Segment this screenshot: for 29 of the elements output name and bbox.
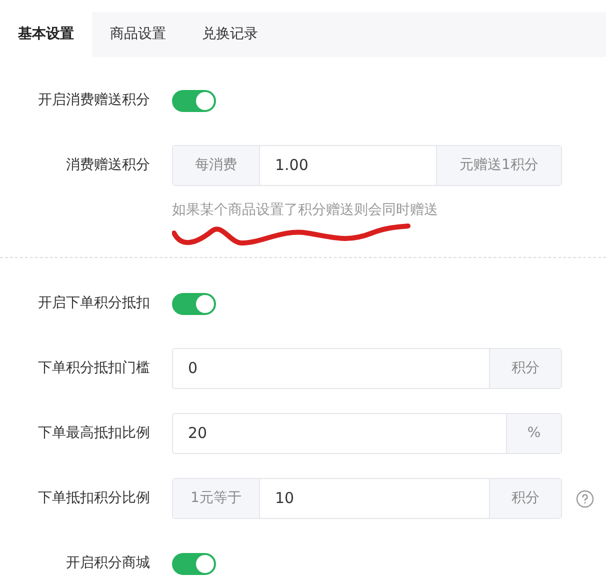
input-group[interactable]: 每消费 1.00 元赠送1积分 [172,145,562,186]
input-group[interactable]: 1元等于 10 积分 [172,478,562,519]
field-label: 开启下单积分抵扣 [37,294,150,313]
field-label: 下单积分抵扣门槛 [37,359,150,378]
input-suffix: % [506,414,561,453]
help-icon[interactable] [576,490,594,508]
input-prefix: 每消费 [173,146,260,185]
hint-text: 如果某个商品设置了积分赠送则会同时赠送 [172,201,439,220]
input-field[interactable]: 20 [173,414,506,453]
tab[interactable]: 基本设置 [0,12,92,57]
input-group[interactable]: 20 % [172,413,562,454]
toggle-switch[interactable] [172,90,216,112]
input-suffix: 元赠送1积分 [436,146,561,185]
input-suffix: 积分 [489,349,561,388]
input-group[interactable]: 0 积分 [172,348,562,389]
field-label: 开启消费赠送积分 [37,91,150,110]
field-label: 下单抵扣积分比例 [37,489,150,508]
field-label: 消费赠送积分 [65,156,150,175]
input-field[interactable]: 0 [173,349,489,388]
field-label: 下单最高抵扣比例 [37,424,150,443]
input-suffix: 积分 [489,479,561,518]
input-prefix: 1元等于 [173,479,260,518]
input-field[interactable]: 1.00 [260,146,436,185]
tab[interactable]: 兑换记录 [184,12,276,57]
toggle-switch[interactable] [172,552,216,574]
field-label: 开启积分商城 [65,554,150,573]
input-field[interactable]: 10 [260,479,489,518]
tab[interactable]: 商品设置 [92,12,184,57]
toggle-switch[interactable] [172,292,216,314]
